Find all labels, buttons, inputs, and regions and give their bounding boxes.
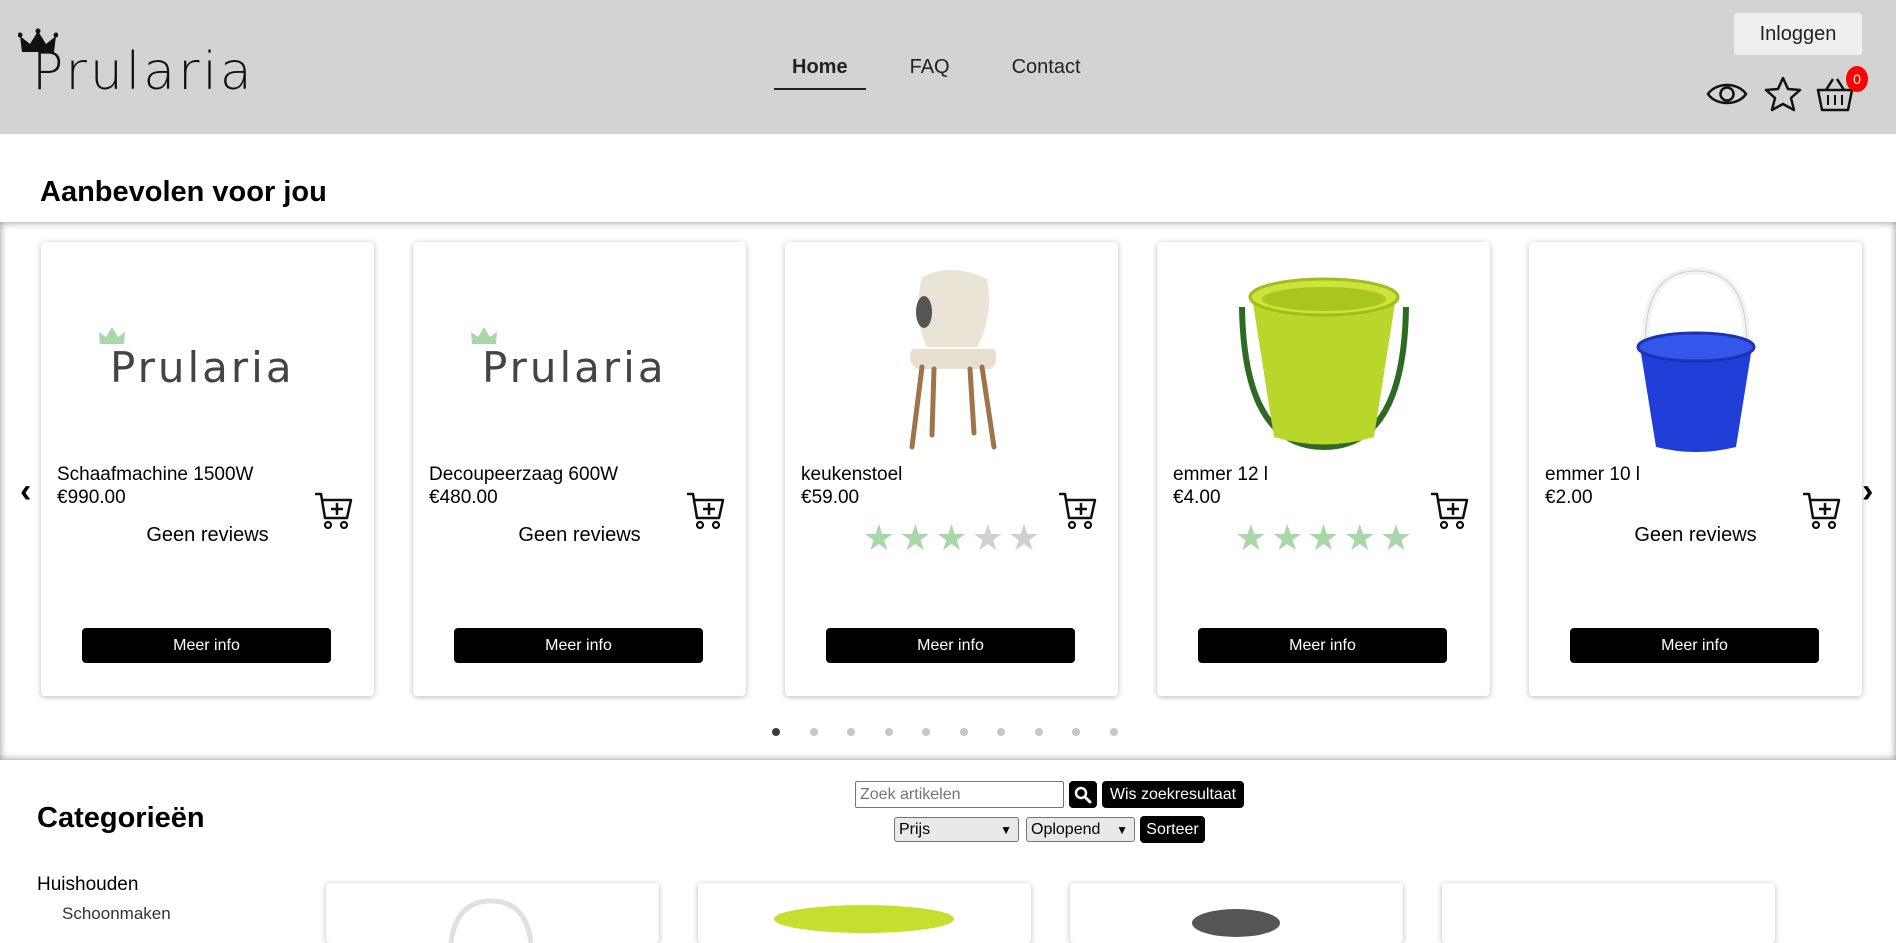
sort-order-select[interactable]: Oplopend ▼ xyxy=(1026,817,1135,842)
carousel-dot[interactable] xyxy=(847,728,855,736)
star-empty-icon: ★ xyxy=(971,517,1004,558)
add-to-cart-icon[interactable] xyxy=(1801,490,1843,532)
product-card[interactable]: Prularia Decoupeerzaag 600W €480.00 Geen… xyxy=(413,242,746,696)
product-grid-card[interactable] xyxy=(1442,883,1775,943)
search-input[interactable] xyxy=(855,781,1064,808)
star-icon[interactable] xyxy=(1762,74,1804,114)
carousel-dot[interactable] xyxy=(809,728,818,736)
green-bucket-image xyxy=(1157,242,1490,472)
product-price: €59.00 xyxy=(801,487,860,508)
star-filled-icon: ★ xyxy=(862,517,896,558)
add-to-cart-icon[interactable] xyxy=(313,490,355,532)
product-card[interactable]: emmer 10 l €2.00 Geen reviews Meer info xyxy=(1529,242,1862,696)
carousel-pagination xyxy=(772,728,1147,736)
carousel-dot[interactable] xyxy=(1109,728,1118,736)
nav-contact[interactable]: Contact xyxy=(994,50,1099,90)
site-header: Prularia Home FAQ Contact Inloggen 0 xyxy=(0,0,1896,134)
cart-count-badge: 0 xyxy=(1846,66,1868,92)
blue-bucket-thumbnail xyxy=(448,898,534,943)
prularia-logo-image: Prularia xyxy=(98,327,295,392)
carousel-dot[interactable] xyxy=(1072,728,1080,736)
sort-button[interactable]: Sorteer xyxy=(1140,816,1205,843)
category-item-schoonmaken[interactable]: Schoonmaken xyxy=(62,904,171,924)
blue-bucket-drawing xyxy=(1636,267,1755,452)
carousel-dot[interactable] xyxy=(884,728,893,736)
category-item-huishouden[interactable]: Huishouden xyxy=(37,874,138,896)
product-card[interactable]: keukenstoel €59.00 ★ ★ ★ ★ ★ Meer info xyxy=(785,242,1118,696)
eye-icon[interactable] xyxy=(1706,74,1748,114)
carousel-prev-arrow[interactable]: ‹ xyxy=(20,472,31,511)
product-card[interactable]: Prularia Schaafmachine 1500W €990.00 Gee… xyxy=(41,242,374,696)
main-nav: Home FAQ Contact xyxy=(774,50,1125,90)
add-to-cart-icon[interactable] xyxy=(685,490,727,532)
star-filled-icon: ★ xyxy=(1307,517,1340,558)
product-card[interactable]: emmer 12 l €4.00 ★ ★ ★ ★ ★ Meer info xyxy=(1157,242,1490,696)
carousel-dot[interactable] xyxy=(922,728,930,736)
product-price: €990.00 xyxy=(57,487,126,508)
product-name: keukenstoel xyxy=(801,464,903,485)
more-info-button[interactable]: Meer info xyxy=(826,628,1075,663)
product-price: €4.00 xyxy=(1173,487,1221,508)
more-info-button[interactable]: Meer info xyxy=(454,628,703,663)
product-price: €480.00 xyxy=(429,487,498,508)
more-info-button[interactable]: Meer info xyxy=(1570,628,1819,663)
chevron-down-icon: ▼ xyxy=(1000,822,1012,837)
svg-text:Prularia: Prularia xyxy=(110,343,295,392)
star-empty-icon: ★ xyxy=(1007,517,1041,558)
add-to-cart-icon[interactable] xyxy=(1057,490,1099,532)
product-grid-card[interactable] xyxy=(326,883,659,943)
product-image-placeholder-logo: Prularia xyxy=(413,242,746,472)
product-price: €2.00 xyxy=(1545,487,1593,508)
star-filled-icon: ★ xyxy=(1234,517,1268,558)
product-name: Decoupeerzaag 600W xyxy=(429,464,619,485)
blue-bucket-image xyxy=(1529,242,1862,472)
nav-faq[interactable]: FAQ xyxy=(892,50,968,90)
product-image-placeholder-logo: Prularia xyxy=(41,242,374,472)
prularia-logo-image: Prularia xyxy=(470,327,667,392)
search-icon xyxy=(1074,786,1092,803)
carousel-dot[interactable] xyxy=(772,728,780,736)
chevron-down-icon: ▼ xyxy=(1116,822,1128,837)
carousel-dot[interactable] xyxy=(959,728,968,736)
sort-field-select[interactable]: Prijs ▼ xyxy=(894,817,1019,842)
star-filled-icon: ★ xyxy=(1379,517,1413,558)
chair-image-drawing xyxy=(909,269,996,450)
search-button[interactable] xyxy=(1069,781,1097,808)
star-filled-icon: ★ xyxy=(935,517,968,558)
product-name: emmer 12 l xyxy=(1173,464,1269,485)
green-bucket-thumbnail xyxy=(774,905,954,933)
star-filled-icon: ★ xyxy=(1271,517,1304,558)
categories-title: Categorieën xyxy=(37,802,205,834)
add-to-cart-icon[interactable] xyxy=(1429,490,1471,532)
product-name: emmer 10 l xyxy=(1545,464,1641,485)
carousel-dot[interactable] xyxy=(997,728,1005,736)
product-grid-card[interactable] xyxy=(1070,883,1403,943)
more-info-button[interactable]: Meer info xyxy=(82,628,331,663)
recommended-carousel: ‹ › Prularia Schaafmachine 1500W €990.00… xyxy=(0,222,1896,760)
product-name: Schaafmachine 1500W xyxy=(57,464,254,485)
carousel-dot[interactable] xyxy=(1034,728,1043,736)
green-bucket-drawing xyxy=(1238,277,1409,451)
grey-product-thumbnail xyxy=(1192,909,1280,937)
star-filled-icon: ★ xyxy=(1343,517,1376,558)
sort-order-value: Oplopend xyxy=(1031,820,1101,838)
nav-home[interactable]: Home xyxy=(774,50,866,90)
more-info-button[interactable]: Meer info xyxy=(1198,628,1447,663)
chair-image xyxy=(785,242,1118,472)
recommended-title: Aanbevolen voor jou xyxy=(40,176,327,208)
star-filled-icon: ★ xyxy=(899,517,932,558)
prularia-logo[interactable]: Prularia xyxy=(18,28,258,102)
clear-search-button[interactable]: Wis zoekresultaat xyxy=(1102,781,1244,808)
login-button[interactable]: Inloggen xyxy=(1734,13,1862,55)
svg-text:Prularia: Prularia xyxy=(482,343,667,392)
logo-text: Prularia xyxy=(32,42,255,102)
sort-field-value: Prijs xyxy=(899,820,931,838)
product-grid-card[interactable] xyxy=(698,883,1031,943)
carousel-next-arrow[interactable]: › xyxy=(1862,472,1873,511)
